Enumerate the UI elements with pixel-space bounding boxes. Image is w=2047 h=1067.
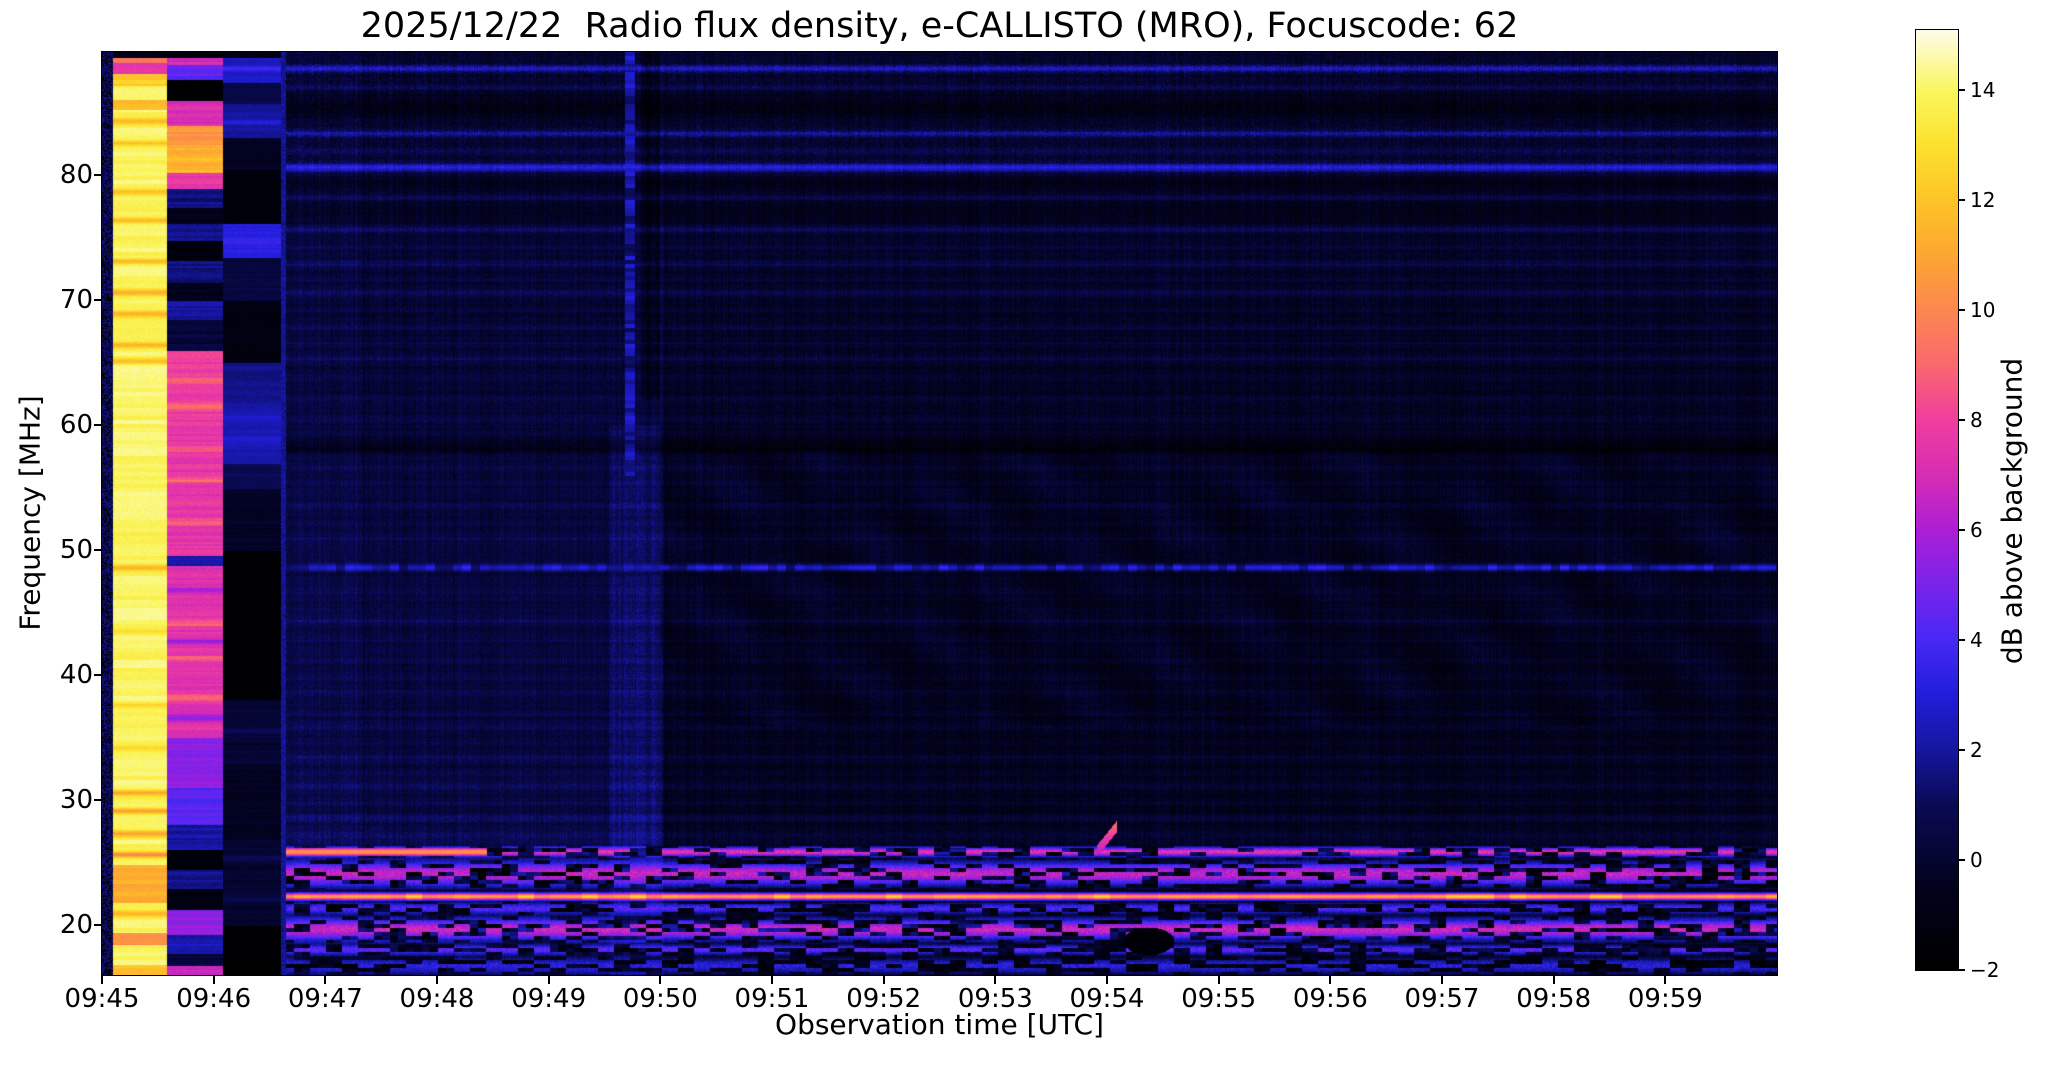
y-tick-label: 60 [59,410,93,441]
plot-frame [101,51,1778,976]
colorbar-tick-label: 12 [1970,188,1996,213]
colorbar-tick-label: 2 [1970,738,1983,763]
colorbar-tick [1958,969,1965,971]
colorbar-tick-label: 8 [1970,408,1983,433]
x-tick [547,976,550,984]
y-tick [94,924,102,926]
y-tick-label: 20 [59,910,93,940]
y-tick [94,549,102,552]
y-tick [94,299,102,302]
y-tick-label: 70 [59,285,93,316]
colorbar-tick [1958,529,1965,532]
figure-root: 2025/12/22 Radio flux density, e-CALLIST… [0,0,2047,1067]
colorbar-tick [1958,859,1965,862]
colorbar-tick [1958,89,1965,92]
colorbar-label: dB above background [1995,357,2029,665]
x-tick [1217,976,1220,984]
colorbar-tick-label: 14 [1970,78,1996,103]
colorbar-frame [1915,29,1959,971]
colorbar-tick-label: −2 [1970,958,2000,982]
x-tick [436,976,438,984]
y-tick [94,674,102,677]
x-tick [212,976,215,984]
colorbar-tick-label: 10 [1970,298,1996,323]
x-tick [101,976,103,984]
x-tick [994,976,997,984]
x-tick [882,976,885,984]
x-tick [659,976,662,984]
x-tick [771,976,773,984]
x-tick [1552,976,1555,984]
x-axis-label: Observation time [UTC] [775,1008,1104,1041]
chart-title: 2025/12/22 Radio flux density, e-CALLIST… [360,6,1519,46]
y-tick [94,799,102,802]
y-tick [94,174,102,177]
y-tick-label: 30 [59,785,93,816]
colorbar-gradient [1916,30,1958,970]
x-tick [324,976,327,984]
y-tick-label: 50 [59,535,93,566]
colorbar-tick [1958,309,1965,312]
colorbar-tick [1958,199,1965,202]
colorbar-tick-label: 6 [1970,518,1983,543]
spectrogram-canvas [102,52,1777,975]
colorbar-tick-label: 4 [1970,628,1983,653]
y-tick [94,424,102,427]
colorbar-tick-label: 0 [1970,848,1983,873]
y-tick-label: 80 [59,160,93,191]
colorbar-tick [1958,639,1965,642]
x-tick [1329,976,1332,984]
colorbar-tick [1958,749,1965,752]
colorbar-tick [1958,419,1965,422]
y-tick-label: 40 [59,660,93,691]
x-tick [1664,976,1667,984]
x-tick [1441,976,1443,984]
x-tick [1106,976,1108,984]
